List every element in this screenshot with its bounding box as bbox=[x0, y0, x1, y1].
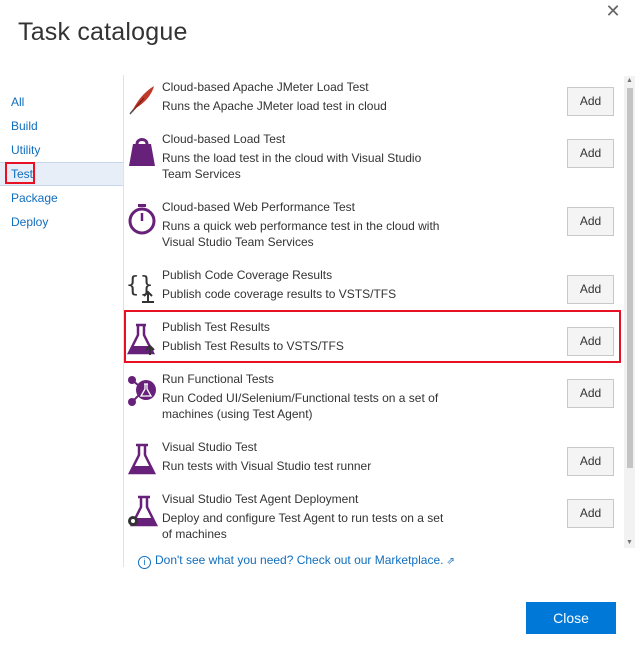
close-button[interactable]: Close bbox=[526, 602, 616, 634]
close-icon[interactable]: ✕ bbox=[604, 2, 622, 20]
info-icon: i bbox=[138, 556, 151, 569]
category-sidebar: All Build Utility Test Package Deploy bbox=[0, 90, 123, 234]
external-link-icon: ⇗ bbox=[446, 556, 455, 567]
task-description: Runs the Apache JMeter load test in clou… bbox=[162, 99, 387, 113]
task-name: Cloud-based Load Test bbox=[162, 132, 286, 146]
functional-test-nodes-icon bbox=[126, 374, 158, 408]
task-name: Publish Code Coverage Results bbox=[162, 268, 333, 282]
sidebar-item-all[interactable]: All bbox=[0, 90, 123, 114]
load-test-weight-icon bbox=[126, 134, 158, 168]
add-button[interactable]: Add bbox=[567, 207, 614, 236]
jmeter-feather-icon bbox=[126, 82, 158, 116]
add-button[interactable]: Add bbox=[567, 87, 614, 116]
sidebar-item-package[interactable]: Package bbox=[0, 186, 123, 210]
highlight-box bbox=[124, 310, 621, 363]
add-button[interactable]: Add bbox=[567, 499, 614, 528]
marketplace-link[interactable]: i Don't see what you need? Check out our … bbox=[138, 553, 455, 569]
stopwatch-icon bbox=[126, 202, 158, 236]
task-name: Visual Studio Test Agent Deployment bbox=[162, 492, 359, 506]
sidebar-item-label: Utility bbox=[11, 143, 41, 157]
sidebar-item-label: All bbox=[11, 95, 25, 109]
flask-gear-icon bbox=[126, 494, 159, 528]
task-name: Cloud-based Web Performance Test bbox=[162, 200, 355, 214]
task-name: Cloud-based Apache JMeter Load Test bbox=[162, 80, 369, 94]
task-description: Deploy and configure Test Agent to run t… bbox=[162, 511, 444, 541]
task-description: Publish code coverage results to VSTS/TF… bbox=[162, 287, 397, 301]
add-button[interactable]: Add bbox=[567, 139, 614, 168]
sidebar-item-deploy[interactable]: Deploy bbox=[0, 210, 123, 234]
code-coverage-publish-icon: { } bbox=[126, 270, 158, 304]
dialog-title: Task catalogue bbox=[18, 18, 188, 46]
task-description: Run Coded UI/Selenium/Functional tests o… bbox=[162, 391, 439, 421]
flask-icon bbox=[126, 442, 158, 476]
highlight-box bbox=[5, 162, 35, 184]
task-description: Runs a quick web performance test in the… bbox=[162, 219, 440, 249]
task-name: Run Functional Tests bbox=[162, 372, 274, 386]
scrollbar[interactable]: ▲ ▼ bbox=[624, 76, 635, 548]
sidebar-item-build[interactable]: Build bbox=[0, 114, 123, 138]
add-button[interactable]: Add bbox=[567, 275, 614, 304]
add-button[interactable]: Add bbox=[567, 447, 614, 476]
task-description: Run tests with Visual Studio test runner bbox=[162, 459, 372, 473]
task-description: Runs the load test in the cloud with Vis… bbox=[162, 151, 422, 181]
svg-text:{: { bbox=[126, 273, 139, 298]
task-name: Visual Studio Test bbox=[162, 440, 257, 454]
sidebar-item-label: Deploy bbox=[11, 215, 49, 229]
add-button[interactable]: Add bbox=[567, 379, 614, 408]
scroll-down-arrow-icon[interactable]: ▼ bbox=[624, 538, 635, 548]
marketplace-link-text: Don't see what you need? Check out our M… bbox=[155, 553, 444, 567]
scrollbar-thumb[interactable] bbox=[627, 88, 633, 468]
task-list: Cloud-based Apache JMeter Load Test Runs… bbox=[124, 76, 622, 548]
sidebar-item-label: Package bbox=[11, 191, 58, 205]
sidebar-item-label: Build bbox=[11, 119, 38, 133]
sidebar-item-test[interactable]: Test bbox=[0, 162, 123, 186]
sidebar-item-utility[interactable]: Utility bbox=[0, 138, 123, 162]
scroll-up-arrow-icon[interactable]: ▲ bbox=[624, 76, 635, 86]
